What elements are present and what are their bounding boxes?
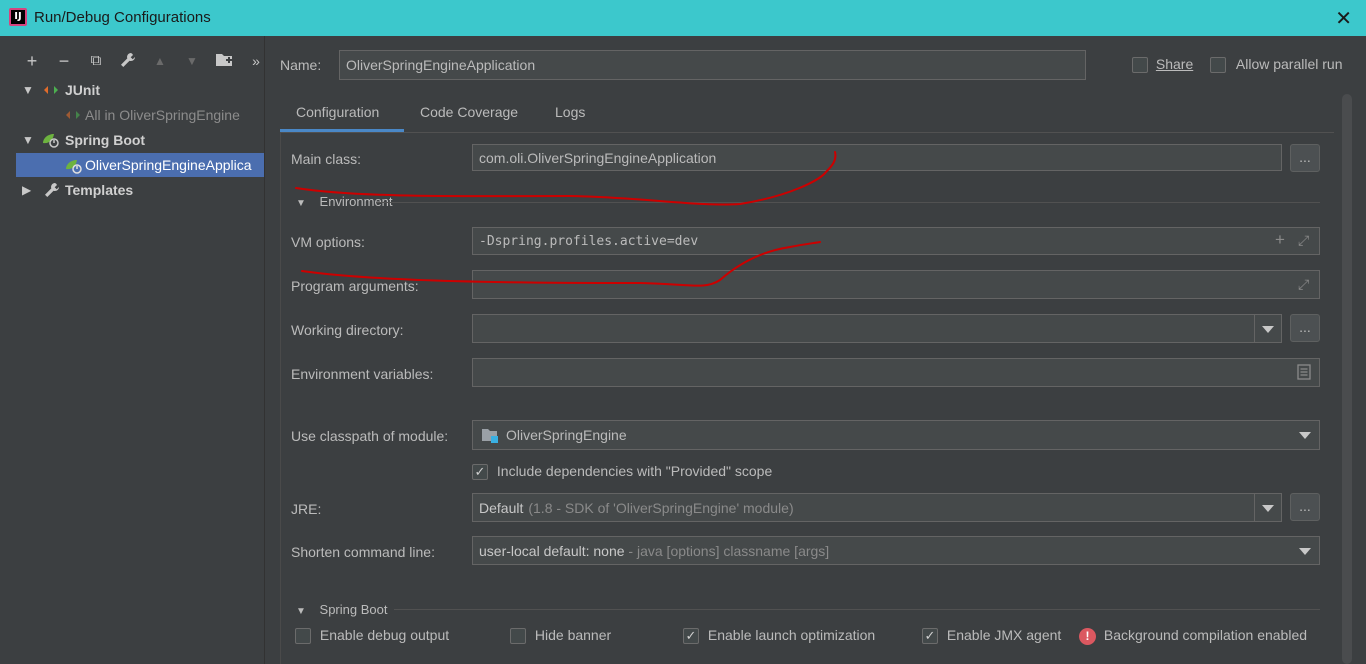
red-annotation-marks <box>295 151 837 287</box>
